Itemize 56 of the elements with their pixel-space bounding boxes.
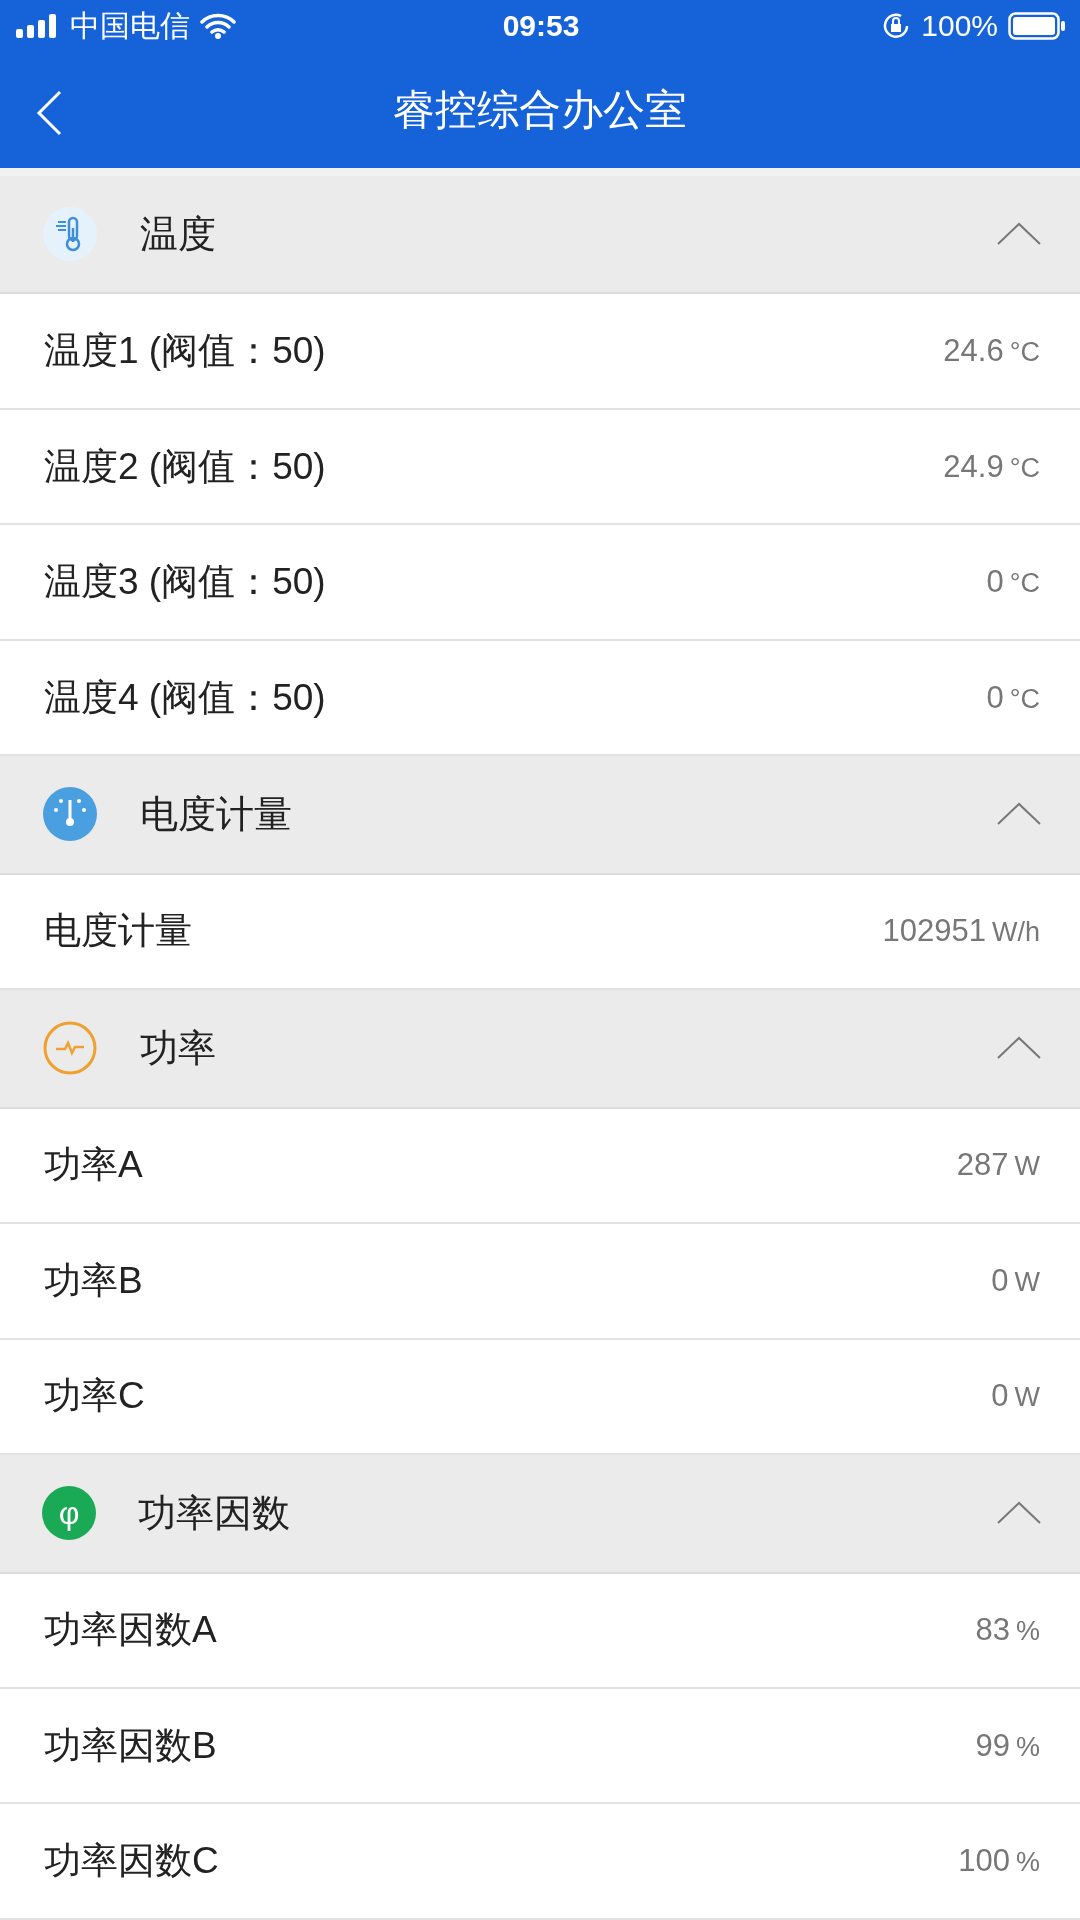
reading-label: 功率因数C (44, 1839, 219, 1884)
status-time: 09:53 (502, 9, 580, 43)
reading-unit: % (1016, 1616, 1040, 1647)
section-title: 功率因数 (138, 1490, 291, 1536)
reading-unit: °C (1009, 683, 1040, 714)
battery-icon (1008, 12, 1066, 40)
reading-value: 100 (958, 1843, 1010, 1879)
section-header[interactable]: 温度 (0, 175, 1080, 295)
reading-label: 功率B (44, 1258, 143, 1303)
page-title: 睿控综合办公室 (393, 85, 687, 135)
battery-percent: 100% (921, 9, 998, 43)
reading-unit: % (1016, 1731, 1040, 1762)
chevron-up-icon[interactable] (996, 222, 1042, 247)
reading-label: 电度计量 (44, 909, 192, 954)
reading-unit: °C (1009, 452, 1040, 483)
section-header[interactable]: 电度计量 (0, 756, 1080, 875)
reading-unit: °C (1009, 568, 1040, 599)
reading-unit: % (1016, 1847, 1040, 1878)
reading-unit: W (1014, 1266, 1040, 1297)
section-title: 电度计量 (140, 792, 293, 837)
reading-label: 温度1 (阀值：50) (44, 329, 326, 374)
back-icon[interactable] (36, 90, 62, 136)
reading-value: 99 (975, 1727, 1010, 1763)
reading-value: 24.6 (943, 333, 1004, 369)
reading-value: 0 (986, 679, 1004, 715)
reading-unit: W (1014, 1151, 1040, 1182)
wifi-icon (200, 13, 236, 39)
reading-unit: °C (1009, 337, 1040, 368)
chevron-up-icon[interactable] (996, 1501, 1042, 1526)
reading-label: 功率因数B (44, 1723, 217, 1768)
phi-icon: φ (42, 1486, 96, 1541)
reading-label: 温度3 (阀值：50) (44, 560, 326, 605)
reading-value: 0 (991, 1378, 1009, 1414)
section-header[interactable]: φ 功率因数 (0, 1455, 1080, 1574)
reading-value: 0 (986, 564, 1004, 600)
reading-value: 287 (956, 1147, 1009, 1183)
reading-unit: W/h (992, 917, 1040, 948)
section-header[interactable]: 功率 (0, 990, 1080, 1109)
reading-value: 102951 (882, 913, 986, 949)
reading-label: 温度2 (阀值：50) (44, 444, 326, 489)
reading-unit: W (1014, 1382, 1040, 1413)
chevron-up-icon[interactable] (996, 802, 1042, 827)
reading-label: 温度4 (阀值：50) (44, 675, 326, 720)
reading-value: 0 (991, 1262, 1009, 1298)
reading-value: 83 (975, 1612, 1010, 1648)
chevron-up-icon[interactable] (996, 1036, 1042, 1061)
reading-label: 功率因数A (44, 1608, 217, 1653)
reading-value: 24.9 (943, 448, 1004, 484)
section-title: 功率 (140, 1025, 217, 1071)
gauge-icon (42, 786, 98, 843)
thermometer-icon (42, 206, 98, 263)
carrier-name: 中国电信 (70, 7, 190, 44)
pulse-icon (42, 1020, 98, 1077)
reading-label: 功率C (44, 1374, 145, 1419)
section-title: 温度 (140, 211, 217, 257)
reading-label: 功率A (44, 1143, 143, 1188)
